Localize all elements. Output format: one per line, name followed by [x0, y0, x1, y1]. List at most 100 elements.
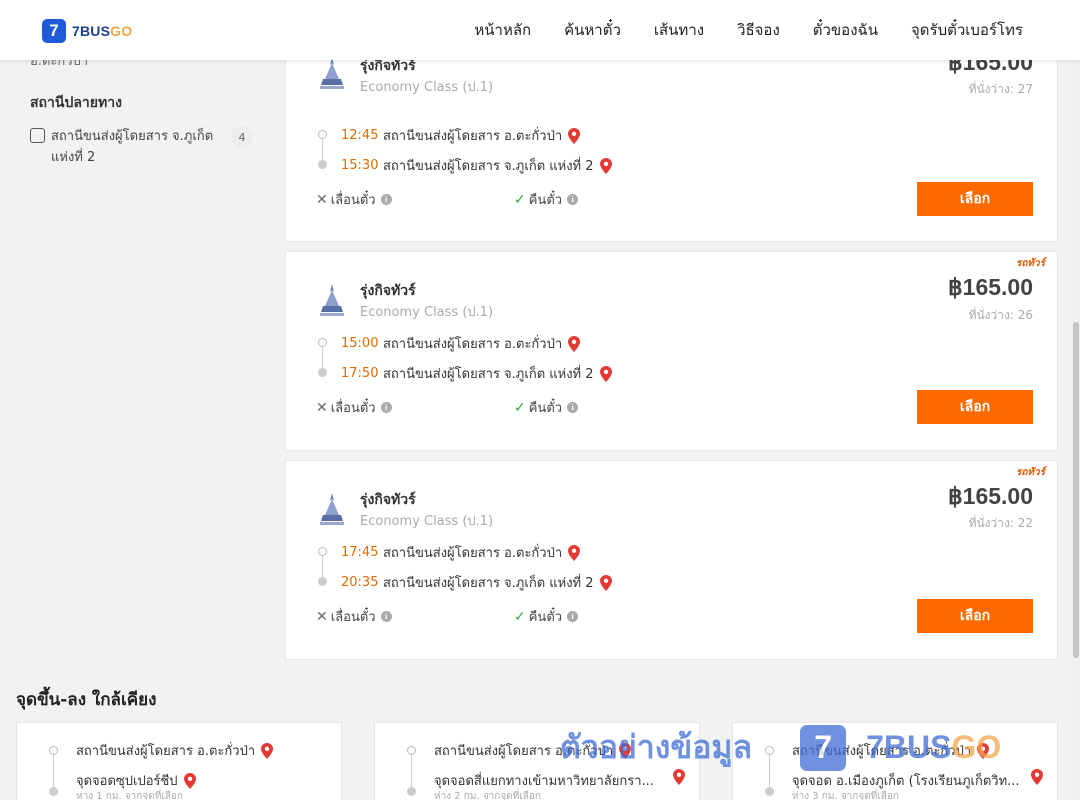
nav-my-tickets[interactable]: ตั๋วของฉัน — [813, 18, 878, 42]
info-icon[interactable]: i — [567, 194, 579, 205]
map-pin-icon[interactable] — [568, 127, 581, 144]
nearby-to-label: จุดจอดสี่แยกทางเข้ามหาวิทยาลัยกรา... — [434, 774, 654, 789]
operator-name: รุ่งกิจทัวร์ — [360, 492, 416, 508]
site-logo[interactable]: 7 7BUSGO — [42, 19, 132, 43]
trip-price: ฿165.00 — [948, 274, 1033, 300]
operator-name: รุ่งกิจทัวร์ — [360, 283, 416, 299]
to-dot — [765, 787, 774, 796]
nearby-from: สถานีขนส่งผู้โดยสาร อ.ตะกั่วป่า — [76, 740, 274, 761]
nav-home[interactable]: หน้าหลัก — [474, 18, 531, 42]
arrival-time: 20:35 — [341, 575, 379, 590]
top-header: 7 7BUSGO หน้าหลัก ค้นหาตั๋ว เส้นทาง วิธี… — [0, 0, 1080, 60]
nearby-to: จุดจอดสี่แยกทางเข้ามหาวิทยาลัยกรา... — [434, 770, 654, 791]
departure-time: 15:00 — [341, 336, 379, 351]
nearby-distance: ห่าง 3 กม. จากจุดที่เลือก — [792, 791, 899, 800]
nearby-card[interactable]: สถานีขนส่งผู้โดยสาร อ.ตะกั่วป่า จุดจอดซุ… — [16, 722, 342, 800]
arrival-time: 17:50 — [341, 366, 379, 381]
destination-filter: อ.ตะกั่วป่า สถานีปลายทาง สถานีขนส่งผู้โด… — [30, 50, 260, 168]
select-trip-button[interactable]: เลือก — [917, 599, 1033, 633]
nav-ticket-points[interactable]: จุดรับตั๋วเบอร์โทร — [911, 18, 1023, 42]
reschedule-policy[interactable]: ✕ เลื่อนตั๋ว i — [316, 397, 392, 418]
filter-option[interactable]: สถานีขนส่งผู้โดยสาร จ.ภูเก็ต แห่งที่ 2 4 — [30, 126, 260, 168]
refund-policy[interactable]: ✓ คืนตั๋ว i — [514, 606, 579, 627]
map-pin-icon[interactable] — [599, 574, 612, 591]
departure-stop: 15:00 สถานีขนส่งผู้โดยสาร อ.ตะกั่วป่า — [341, 333, 581, 354]
arrival-time: 15:30 — [341, 158, 379, 173]
operator-logo-icon — [320, 57, 344, 89]
operator-logo-icon — [320, 493, 344, 525]
nav-how-to-book[interactable]: วิธีจอง — [737, 18, 780, 42]
departure-dot — [318, 338, 327, 347]
filter-option-label[interactable]: สถานีขนส่งผู้โดยสาร จ.ภูเก็ต แห่งที่ 2 — [51, 126, 223, 168]
info-icon[interactable]: i — [380, 611, 392, 622]
refund-policy[interactable]: ✓ คืนตั๋ว i — [514, 397, 579, 418]
watermark-logo-badge: 7 — [800, 724, 847, 771]
arrival-stop: 20:35 สถานีขนส่งผู้โดยสาร จ.ภูเก็ต แห่งท… — [341, 572, 612, 593]
main-nav: หน้าหลัก ค้นหาตั๋ว เส้นทาง วิธีจอง ตั๋วข… — [474, 0, 1023, 60]
departure-station: สถานีขนส่งผู้โดยสาร อ.ตะกั่วป่า — [383, 129, 563, 144]
check-icon: ✓ — [514, 399, 526, 416]
arrival-stop: 15:30 สถานีขนส่งผู้โดยสาร จ.ภูเก็ต แห่งท… — [341, 155, 612, 176]
nearby-section-title: จุดขึ้น-ลง ใกล้เคียง — [16, 690, 157, 710]
map-pin-icon[interactable] — [261, 742, 274, 759]
filter-option-count: 4 — [231, 126, 253, 148]
to-dot — [407, 787, 416, 796]
seat-class: Economy Class (ป.1) — [360, 80, 494, 95]
seats-available: ที่นั่งว่าง: 26 — [968, 308, 1033, 322]
watermark-text: ตัวอย่างข้อมูล — [560, 728, 753, 766]
arrival-dot — [318, 368, 327, 377]
arrival-dot — [318, 160, 327, 169]
departure-dot — [318, 130, 327, 139]
info-icon[interactable]: i — [567, 402, 579, 413]
reschedule-label: เลื่อนตั๋ว — [330, 401, 376, 416]
seat-class: Economy Class (ป.1) — [360, 514, 494, 529]
trip-card: รถทัวร์ รุ่งกิจทัวร์ Economy Class (ป.1)… — [285, 460, 1058, 660]
departure-station: สถานีขนส่งผู้โดยสาร อ.ตะกั่วป่า — [383, 337, 563, 352]
seats-available: ที่นั่งว่าง: 22 — [968, 516, 1033, 530]
nearby-from-label: สถานีขนส่งผู้โดยสาร อ.ตะกั่วป่า — [76, 744, 256, 759]
reschedule-policy[interactable]: ✕ เลื่อนตั๋ว i — [316, 189, 392, 210]
seat-class: Economy Class (ป.1) — [360, 305, 494, 320]
nearby-to-label: จุดจอดซุปเปอร์ชีป — [76, 774, 178, 789]
departure-time: 12:45 — [341, 128, 379, 143]
trip-card: รุ่งกิจทัวร์ Economy Class (ป.1) ฿165.00… — [285, 34, 1058, 242]
map-pin-icon[interactable] — [599, 365, 612, 382]
nearby-to-label: จุดจอด อ.เมืองภูเก็ต (โรงเรียนภูเก็ตวิท.… — [792, 774, 1020, 789]
watermark-brand: 7BUSGO — [866, 729, 1002, 765]
info-icon[interactable]: i — [380, 402, 392, 413]
nav-search-tickets[interactable]: ค้นหาตั๋ว — [564, 18, 621, 42]
info-icon[interactable]: i — [380, 194, 392, 205]
filter-checkbox[interactable] — [30, 128, 45, 143]
refund-label: คืนตั๋ว — [528, 610, 563, 625]
info-icon[interactable]: i — [567, 611, 579, 622]
reschedule-policy[interactable]: ✕ เลื่อนตั๋ว i — [316, 606, 392, 627]
logo-badge: 7 — [42, 19, 66, 43]
page-scrollbar[interactable] — [1072, 60, 1080, 800]
timeline-line — [322, 347, 323, 368]
timeline-line — [322, 139, 323, 160]
timeline-line — [322, 556, 323, 577]
map-pin-icon[interactable] — [599, 157, 612, 174]
cross-icon: ✕ — [316, 399, 328, 416]
arrival-dot — [318, 577, 327, 586]
operator-logo-icon — [320, 284, 344, 316]
nav-routes[interactable]: เส้นทาง — [654, 18, 704, 42]
map-pin-icon[interactable] — [1031, 769, 1043, 785]
check-icon: ✓ — [514, 191, 526, 208]
scrollbar-thumb[interactable] — [1073, 322, 1079, 658]
reschedule-label: เลื่อนตั๋ว — [330, 193, 376, 208]
map-pin-icon[interactable] — [568, 544, 581, 561]
map-pin-icon[interactable] — [183, 772, 196, 789]
nearby-distance: ห่าง 2 กม. จากจุดที่เลือก — [434, 791, 541, 800]
nearby-to: จุดจอดซุปเปอร์ชีป — [76, 770, 196, 791]
arrival-station: สถานีขนส่งผู้โดยสาร จ.ภูเก็ต แห่งที่ 2 — [383, 576, 594, 591]
filter-section-title: สถานีปลายทาง — [30, 95, 122, 111]
check-icon: ✓ — [514, 608, 526, 625]
seats-available: ที่นั่งว่าง: 27 — [968, 82, 1033, 96]
map-pin-icon[interactable] — [568, 335, 581, 352]
select-trip-button[interactable]: เลือก — [917, 182, 1033, 216]
reschedule-label: เลื่อนตั๋ว — [330, 610, 376, 625]
cross-icon: ✕ — [316, 608, 328, 625]
refund-policy[interactable]: ✓ คืนตั๋ว i — [514, 189, 579, 210]
select-trip-button[interactable]: เลือก — [917, 390, 1033, 424]
